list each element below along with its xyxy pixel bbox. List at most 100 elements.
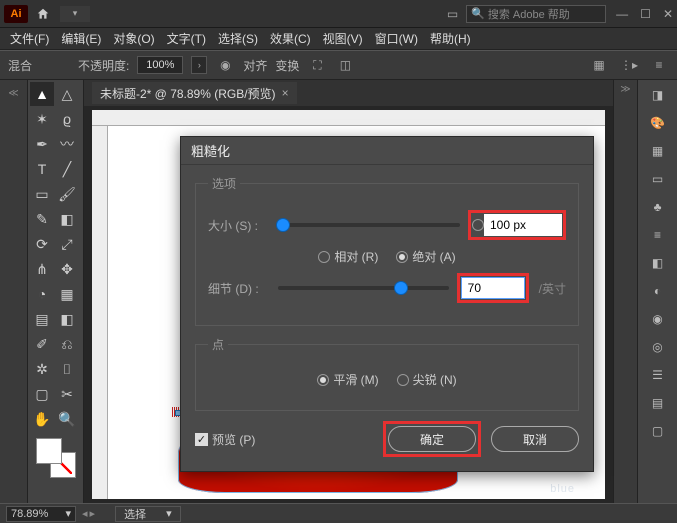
tool-symbol-spray[interactable]: ✲ — [30, 357, 54, 381]
panel-properties-icon[interactable]: ◨ — [652, 88, 663, 102]
panel-color-icon[interactable]: 🎨 — [650, 116, 665, 130]
tool-scale[interactable]: ⤢ — [55, 232, 79, 256]
menu-type[interactable]: 文字(T) — [163, 30, 210, 47]
tool-mesh[interactable]: ▤ — [30, 307, 54, 331]
zoom-field[interactable]: 78.89% ▾ — [6, 506, 76, 522]
tool-shaper[interactable]: ✎ — [30, 207, 54, 231]
more-icon[interactable]: ≡ — [649, 55, 669, 75]
tool-zoom[interactable]: 🔍 — [55, 407, 79, 431]
detail-unit: /英寸 — [539, 280, 566, 297]
detail-highlight: 70 — [457, 273, 529, 303]
tool-slice[interactable]: ✂ — [55, 382, 79, 406]
tool-magic-wand[interactable]: ✶ — [30, 107, 54, 131]
tool-line[interactable]: ╱ — [55, 157, 79, 181]
home-icon[interactable] — [34, 5, 52, 23]
menu-help[interactable]: 帮助(H) — [426, 30, 475, 47]
opacity-dropdown-icon[interactable]: › — [191, 56, 207, 74]
arrange-icon[interactable]: ⋮▸ — [619, 55, 639, 75]
tool-direct-select[interactable]: △ — [55, 82, 79, 106]
tool-gradient[interactable]: ◧ — [55, 307, 79, 331]
tool-perspective[interactable]: ▦ — [55, 282, 79, 306]
nav-prev-icon[interactable]: ◂ — [82, 507, 88, 520]
smooth-radio[interactable]: 平滑 (M) — [317, 371, 378, 388]
detail-slider[interactable] — [278, 286, 449, 290]
size-slider[interactable] — [278, 223, 460, 227]
cancel-button[interactable]: 取消 — [491, 426, 579, 452]
zoom-dropdown-icon[interactable]: ▾ — [65, 507, 71, 520]
panel-brushes-icon[interactable]: ▭ — [652, 172, 663, 186]
panel-swatches-icon[interactable]: ▦ — [652, 144, 663, 158]
color-swatch[interactable] — [36, 438, 76, 478]
panel-artboards-icon[interactable]: ▢ — [652, 424, 663, 438]
search-placeholder-text: 搜索 Adobe 帮助 — [488, 6, 570, 22]
relative-radio[interactable]: 相对 (R) — [318, 248, 378, 265]
options-bar: 混合 不透明度: 100% › ◉ 对齐 变换 ⛶ ◫ ▦ ⋮▸ ≡ — [0, 50, 677, 80]
panel-appearance-icon[interactable]: ◉ — [652, 312, 662, 326]
status-tool-dropdown-icon[interactable]: ▾ — [166, 507, 172, 520]
menu-file[interactable]: 文件(F) — [6, 30, 53, 47]
tool-selection[interactable]: ▲ — [30, 82, 54, 106]
relative-label: 相对 (R) — [334, 248, 378, 265]
align-label[interactable]: 对齐 — [243, 57, 267, 74]
grid-icon[interactable]: ▦ — [589, 55, 609, 75]
panel-gradient-icon[interactable]: ◧ — [652, 256, 663, 270]
preview-checkbox[interactable]: ✓ 预览 (P) — [195, 431, 255, 448]
absolute-radio[interactable]: 绝对 (A) — [396, 248, 455, 265]
right-collapsed-strip[interactable]: ≫ — [613, 80, 637, 503]
transform-label[interactable]: 变换 — [275, 57, 299, 74]
panel-layers-icon[interactable]: ☰ — [652, 368, 663, 382]
tool-pen[interactable]: ✒ — [30, 132, 54, 156]
tool-width[interactable]: ⋔ — [30, 257, 54, 281]
tool-paintbrush[interactable]: 🖌 — [55, 182, 79, 206]
shape-icon[interactable]: ◫ — [335, 55, 355, 75]
menu-view[interactable]: 视图(V) — [319, 30, 367, 47]
tool-eyedropper[interactable]: ✐ — [30, 332, 54, 356]
tool-shape-builder[interactable]: ◔ — [30, 282, 54, 306]
menu-edit[interactable]: 编辑(E) — [57, 30, 105, 47]
isolate-icon[interactable]: ⛶ — [307, 55, 327, 75]
tool-eraser[interactable]: ◧ — [55, 207, 79, 231]
panel-graphic-styles-icon[interactable]: ◎ — [652, 340, 662, 354]
tool-blend[interactable]: ⎌ — [55, 332, 79, 356]
close-button[interactable]: ✕ — [663, 7, 673, 21]
document-tab[interactable]: 未标题-2* @ 78.89% (RGB/预览) × — [92, 82, 297, 104]
style-icon[interactable]: ◉ — [215, 55, 235, 75]
nav-next-icon[interactable]: ▸ — [90, 507, 96, 520]
opacity-value[interactable]: 100% — [137, 56, 183, 74]
tool-artboard[interactable]: ▢ — [30, 382, 54, 406]
panel-assets-icon[interactable]: ▤ — [652, 396, 663, 410]
menu-select[interactable]: 选择(S) — [214, 30, 262, 47]
menu-window[interactable]: 窗口(W) — [371, 30, 422, 47]
minimize-button[interactable]: — — [616, 7, 628, 21]
tool-rectangle[interactable]: ▭ — [30, 182, 54, 206]
ok-button[interactable]: 确定 — [388, 426, 476, 452]
panel-transparency-icon[interactable]: ◐ — [654, 284, 661, 298]
tool-lasso[interactable]: ϱ — [55, 107, 79, 131]
tool-rotate[interactable]: ⟳ — [30, 232, 54, 256]
size-input[interactable]: 100 px — [484, 214, 562, 236]
detail-input[interactable]: 70 — [461, 277, 525, 299]
status-tool-field[interactable]: 选择 ▾ — [115, 506, 181, 522]
cloud-icon[interactable]: ▭ — [447, 7, 458, 21]
zoom-value: 78.89% — [11, 508, 48, 520]
maximize-button[interactable]: ☐ — [640, 7, 651, 21]
fill-color[interactable] — [36, 438, 62, 464]
size-radio-icon[interactable] — [472, 219, 484, 231]
tool-free-transform[interactable]: ✥ — [55, 257, 79, 281]
detail-label: 细节 (D) : — [208, 280, 270, 297]
tool-graph[interactable]: ⌷ — [55, 357, 79, 381]
menu-object[interactable]: 对象(O) — [109, 30, 158, 47]
close-tab-icon[interactable]: × — [282, 86, 289, 100]
corner-radio[interactable]: 尖锐 (N) — [397, 371, 457, 388]
panel-symbols-icon[interactable]: ♣ — [654, 200, 662, 214]
tool-type[interactable]: T — [30, 157, 54, 181]
workspace-dropdown[interactable]: ▾ — [60, 6, 90, 22]
left-collapsed-strip[interactable]: ≪ — [0, 80, 28, 503]
corner-label: 尖锐 (N) — [413, 371, 457, 388]
panel-stroke-icon[interactable]: ≡ — [654, 228, 661, 242]
tool-curvature[interactable]: 〰 — [55, 132, 79, 156]
search-input[interactable]: 🔍 搜索 Adobe 帮助 — [466, 5, 606, 23]
tool-hand[interactable]: ✋ — [30, 407, 54, 431]
menu-effect[interactable]: 效果(C) — [266, 30, 315, 47]
status-tool-label: 选择 — [124, 506, 146, 522]
